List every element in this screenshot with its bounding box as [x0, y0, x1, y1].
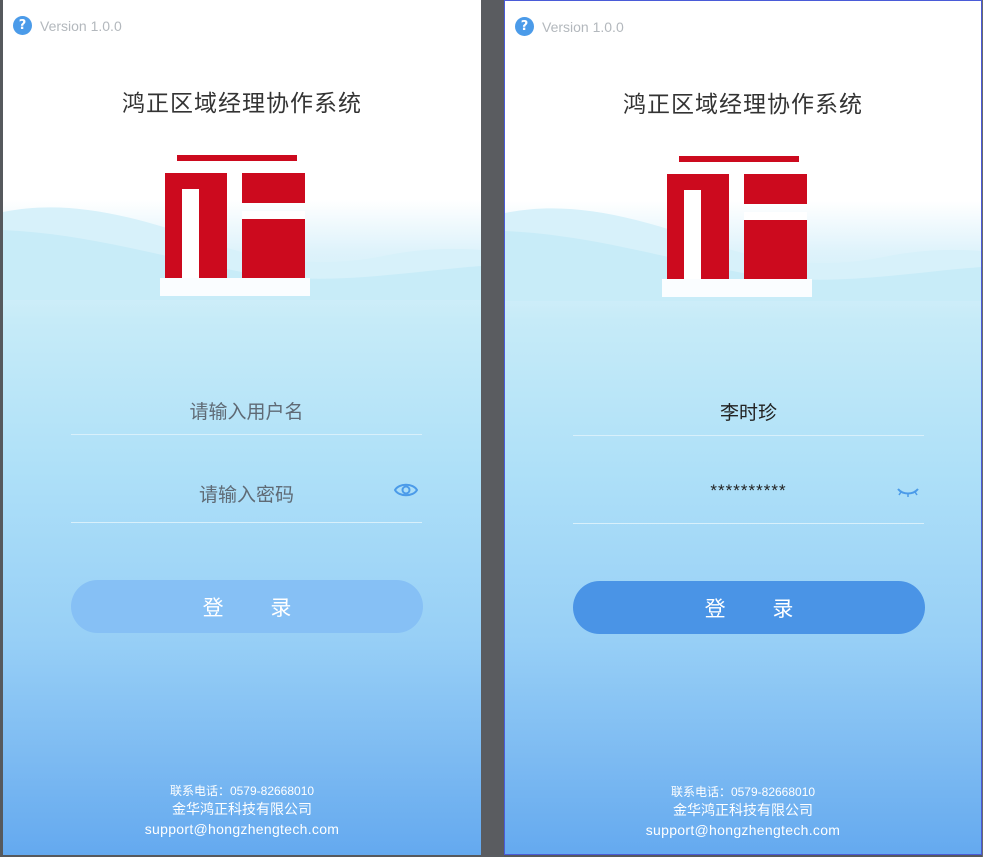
help-icon[interactable]: ?	[13, 16, 32, 35]
version-label-row: ? Version 1.0.0	[515, 17, 624, 36]
footer-phone: 联系电话：0579-82668010	[169, 784, 315, 798]
version-label-row: ? Version 1.0.0	[13, 16, 122, 35]
username-field[interactable]: 请输入用户名	[71, 388, 422, 435]
footer-phone: 联系电话：0579-82668010	[670, 785, 816, 799]
footer-email[interactable]: support@hongzhengtech.com	[505, 821, 981, 840]
username-value: 李时珍	[719, 402, 777, 424]
eye-closed-icon[interactable]	[896, 481, 920, 501]
username-placeholder: 请输入用户名	[189, 401, 304, 423]
company-logo	[160, 155, 310, 296]
password-field[interactable]: **********	[573, 471, 924, 524]
window-gap	[481, 0, 504, 857]
login-button[interactable]: 登 录	[573, 581, 925, 634]
help-icon[interactable]: ?	[515, 17, 534, 36]
footer-email[interactable]: support@hongzhengtech.com	[3, 820, 481, 839]
footer-company: 金华鸿正科技有限公司	[673, 803, 813, 819]
footer: 联系电话：0579-82668010 金华鸿正科技有限公司 support@ho…	[3, 782, 481, 839]
version-label: Version 1.0.0	[40, 17, 122, 34]
footer: 联系电话：0579-82668010 金华鸿正科技有限公司 support@ho…	[505, 783, 981, 840]
app-title: 鸿正区域经理协作系统	[122, 91, 362, 117]
login-screen-empty: ? Version 1.0.0 鸿正区域经理协作系统 请输入用户名 请输入密码 …	[3, 0, 481, 855]
username-field[interactable]: 李时珍	[573, 389, 924, 436]
login-screen-filled: ? Version 1.0.0 鸿正区域经理协作系统 李时珍 *********…	[504, 0, 982, 855]
company-logo	[662, 156, 812, 297]
eye-open-icon[interactable]	[394, 480, 418, 500]
password-placeholder: 请输入密码	[198, 484, 294, 506]
password-masked-value: **********	[710, 481, 787, 500]
password-field[interactable]: 请输入密码	[71, 470, 422, 523]
footer-company: 金华鸿正科技有限公司	[172, 802, 312, 818]
app-title: 鸿正区域经理协作系统	[623, 92, 863, 118]
version-label: Version 1.0.0	[542, 18, 624, 35]
login-button[interactable]: 登 录	[71, 580, 423, 633]
